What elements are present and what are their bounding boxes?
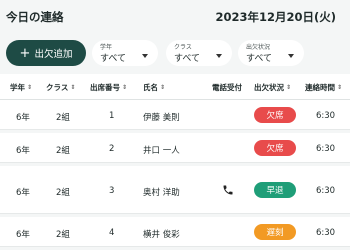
cell-class: 2組 [56, 188, 70, 198]
grade-select-label: 学年 [100, 44, 113, 51]
cell-class: 2組 [56, 230, 70, 240]
table-row[interactable]: 6年 2組 1 伊藤 美則 欠席 6:30 [0, 100, 350, 130]
cell-time: 6:30 [316, 144, 336, 154]
class-select[interactable]: クラス すべて [166, 40, 232, 66]
cell-number: 4 [109, 228, 115, 238]
status-badge: 欠席 [254, 140, 296, 156]
column-header-class[interactable]: クラス ⇕ [46, 82, 75, 93]
filter-bar: + 出欠追加 学年 すべて クラス すべて 出欠状況 すべて [0, 34, 350, 72]
current-date: 2023年12月20日(火) [215, 10, 336, 24]
status-select-value: すべて [246, 54, 273, 64]
plus-icon: + [19, 45, 31, 61]
cell-class: 2組 [56, 113, 70, 123]
cell-number: 1 [109, 111, 115, 121]
column-header-grade[interactable]: 学年 ⇕ [10, 82, 32, 93]
column-header-time[interactable]: 連絡時間 ⇕ [305, 82, 342, 93]
class-select-value: すべて [174, 54, 201, 64]
sort-icon: ⇕ [337, 84, 343, 91]
status-select-label: 出欠状況 [246, 44, 271, 51]
cell-number: 3 [109, 186, 115, 196]
status-badge: 早退 [254, 182, 296, 198]
sort-icon: ⇕ [70, 84, 76, 91]
add-attendance-button[interactable]: + 出欠追加 [6, 40, 86, 66]
table-row[interactable]: 6年 2組 2 井口 一人 欠席 6:30 [0, 133, 350, 163]
chevron-down-icon [142, 54, 148, 58]
cell-name: 井口 一人 [143, 146, 180, 156]
add-attendance-label: 出欠追加 [34, 49, 73, 60]
column-header-status[interactable]: 出欠状況 ⇕ [254, 82, 291, 93]
page-header: 今日の連絡 2023年12月20日(火) [0, 0, 350, 34]
class-select-label: クラス [174, 44, 192, 51]
sort-icon: ⇕ [286, 84, 292, 91]
cell-name: 奥村 洋助 [143, 188, 180, 198]
attendance-table: 学年 ⇕ クラス ⇕ 出席番号 ⇕ 氏名 ⇕ 電話受付 出欠状況 ⇕ 連絡時間 ⇕ 6年 2… [0, 74, 350, 250]
cell-grade: 6年 [16, 230, 30, 240]
chevron-down-icon [288, 54, 294, 58]
sort-icon: ⇕ [27, 84, 33, 91]
cell-name: 横井 俊彩 [143, 230, 180, 240]
sort-icon: ⇕ [122, 84, 128, 91]
status-badge: 欠席 [254, 107, 296, 123]
column-header-number[interactable]: 出席番号 ⇕ [90, 82, 127, 93]
table-header: 学年 ⇕ クラス ⇕ 出席番号 ⇕ 氏名 ⇕ 電話受付 出欠状況 ⇕ 連絡時間 ⇕ [0, 74, 350, 100]
chevron-down-icon [216, 54, 222, 58]
sort-icon: ⇕ [160, 84, 166, 91]
phone-icon [223, 185, 233, 195]
column-header-phone: 電話受付 [212, 83, 242, 92]
cell-class: 2組 [56, 146, 70, 156]
table-row[interactable]: 6年 2組 3 奥村 洋助 早退 6:30 [0, 166, 350, 214]
cell-grade: 6年 [16, 146, 30, 156]
cell-time: 6:30 [316, 186, 336, 196]
page-title: 今日の連絡 [6, 10, 64, 24]
grade-select[interactable]: 学年 すべて [92, 40, 158, 66]
column-header-name[interactable]: 氏名 ⇕ [143, 82, 165, 93]
status-badge: 遅刻 [254, 224, 296, 240]
grade-select-value: すべて [100, 54, 127, 64]
cell-time: 6:30 [316, 228, 336, 238]
cell-name: 伊藤 美則 [143, 113, 180, 123]
cell-number: 2 [109, 144, 115, 154]
status-select[interactable]: 出欠状況 すべて [238, 40, 304, 66]
cell-grade: 6年 [16, 188, 30, 198]
cell-time: 6:30 [316, 111, 336, 121]
table-row[interactable]: 6年 2組 4 横井 俊彩 遅刻 6:30 [0, 217, 350, 247]
cell-grade: 6年 [16, 113, 30, 123]
